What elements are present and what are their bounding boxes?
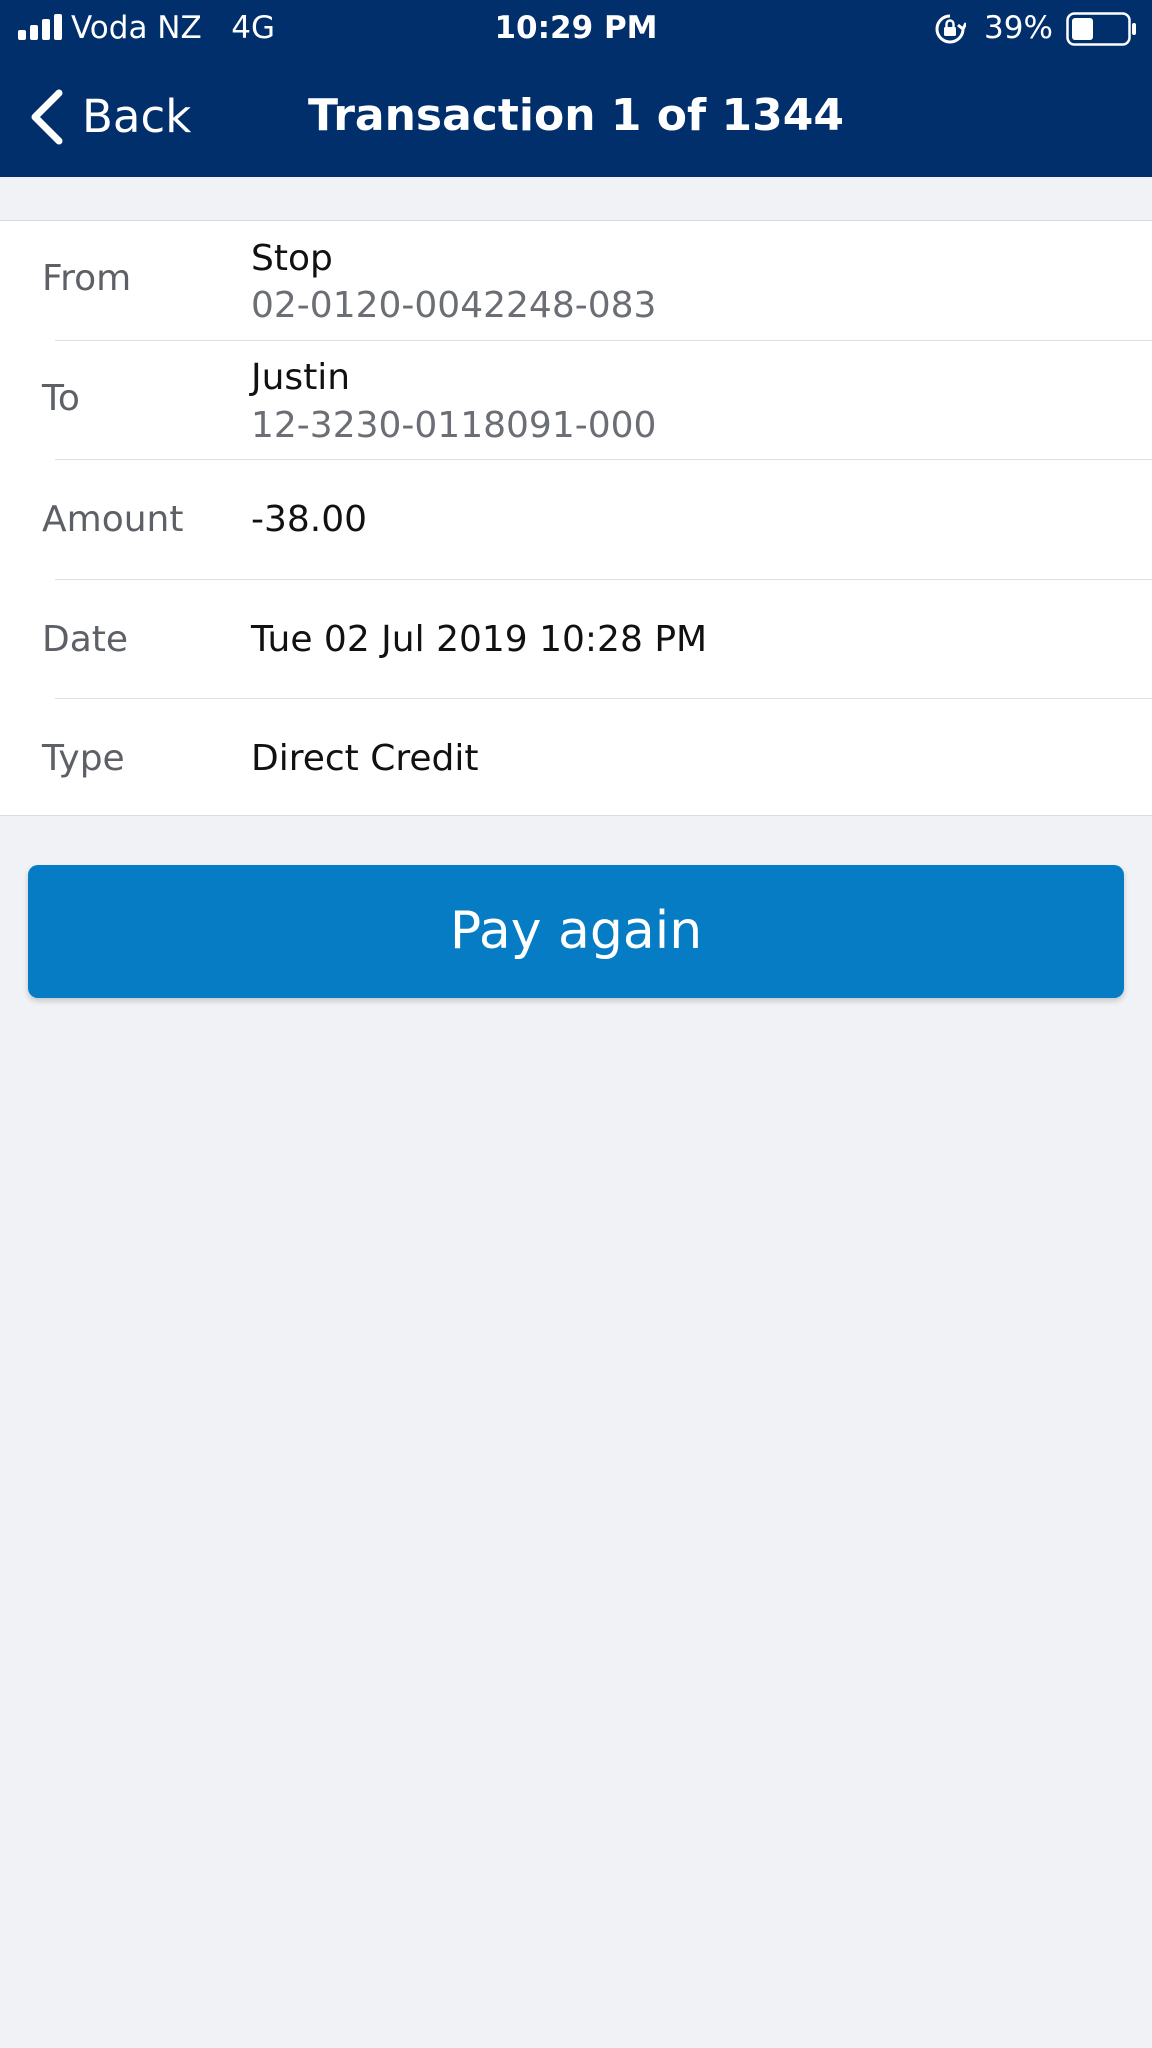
status-time: 10:29 PM bbox=[494, 10, 658, 46]
to-name: Justin bbox=[251, 357, 351, 398]
from-account: 02-0120-0042248-083 bbox=[251, 285, 657, 326]
rotation-lock-icon bbox=[935, 14, 966, 44]
type-row: Type Direct Credit bbox=[0, 699, 1152, 815]
amount-label: Amount bbox=[42, 499, 184, 540]
battery-percent: 39% bbox=[984, 10, 1053, 46]
amount-value: -38.00 bbox=[251, 499, 368, 540]
page-title: Transaction 1 of 1344 bbox=[308, 90, 844, 141]
date-value: Tue 02 Jul 2019 10:28 PM bbox=[251, 619, 708, 660]
battery-icon bbox=[1066, 12, 1136, 46]
type-label: Type bbox=[42, 738, 125, 779]
pay-again-button[interactable]: Pay again bbox=[28, 865, 1124, 998]
date-label: Date bbox=[42, 619, 129, 660]
type-value: Direct Credit bbox=[251, 738, 479, 779]
date-row: Date Tue 02 Jul 2019 10:28 PM bbox=[0, 580, 1152, 699]
from-name: Stop bbox=[251, 238, 333, 279]
status-bar: Voda NZ 4G 10:29 PM 39% bbox=[0, 0, 1152, 58]
to-account: 12-3230-0118091-000 bbox=[251, 405, 657, 446]
to-label: To bbox=[42, 378, 80, 419]
app-header: Voda NZ 4G 10:29 PM 39% Back Transaction… bbox=[0, 0, 1152, 177]
to-row: To Justin 12-3230-0118091-000 bbox=[0, 341, 1152, 460]
from-row: From Stop 02-0120-0042248-083 bbox=[0, 221, 1152, 341]
transaction-details: From Stop 02-0120-0042248-083 To Justin … bbox=[0, 220, 1152, 816]
amount-row: Amount -38.00 bbox=[0, 460, 1152, 580]
from-label: From bbox=[42, 258, 132, 299]
navigation-bar: Back Transaction 1 of 1344 bbox=[0, 58, 1152, 177]
